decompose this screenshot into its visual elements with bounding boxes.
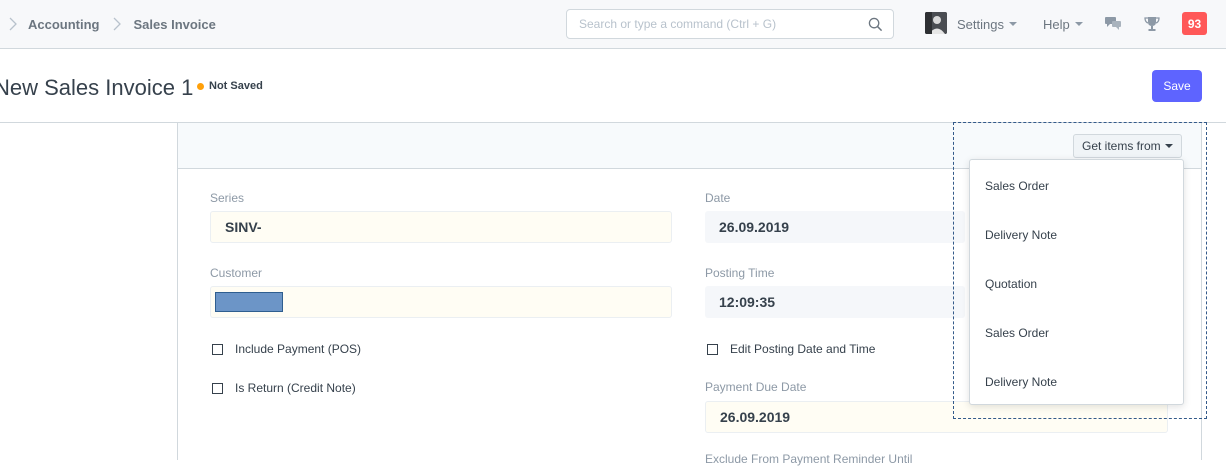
page-title: New Sales Invoice 1 [0, 75, 194, 100]
customer-label: Customer [210, 266, 263, 280]
chat-icon[interactable] [1104, 15, 1122, 33]
breadcrumb-sales-invoice[interactable]: Sales Invoice [134, 17, 216, 32]
caret-down-icon [1008, 22, 1017, 26]
checkbox-icon [707, 343, 718, 355]
customer-selected-text [215, 292, 283, 312]
date-field[interactable]: 26.09.2019 [705, 211, 965, 243]
checkbox-icon [212, 382, 223, 394]
payment-due-date-label: Payment Due Date [705, 380, 807, 394]
status-text: Not Saved [209, 80, 263, 92]
date-label: Date [705, 191, 731, 205]
caret-down-icon [1074, 22, 1083, 26]
avatar[interactable] [925, 12, 947, 34]
get-items-menu: Sales Order Delivery Note Quotation Sale… [969, 159, 1184, 405]
search-box [566, 9, 894, 39]
date-value: 26.09.2019 [719, 219, 790, 235]
save-button[interactable]: Save [1152, 70, 1202, 102]
exclude-reminder-label: Exclude From Payment Reminder Until [705, 452, 913, 466]
checkbox-icon [212, 343, 223, 355]
help-dropdown[interactable]: Help [1043, 0, 1083, 48]
edit-posting-checkbox[interactable]: Edit Posting Date and Time [707, 342, 875, 356]
settings-label: Settings [957, 16, 1004, 32]
breadcrumb: Accounting Sales Invoice [6, 0, 216, 48]
is-return-checkbox[interactable]: Is Return (Credit Note) [212, 381, 356, 395]
settings-dropdown[interactable]: Settings [957, 0, 1017, 48]
get-items-button[interactable]: Get items from [1073, 134, 1182, 158]
menu-item-quotation[interactable]: Quotation [985, 277, 1037, 291]
is-return-label: Is Return (Credit Note) [235, 381, 356, 395]
series-field[interactable]: SINV- [210, 211, 672, 243]
menu-item-sales-order-2[interactable]: Sales Order [985, 326, 1049, 340]
menu-item-delivery-note[interactable]: Delivery Note [985, 228, 1057, 242]
posting-time-field[interactable]: 12:09:35 [705, 286, 965, 318]
include-payment-checkbox[interactable]: Include Payment (POS) [212, 342, 361, 356]
series-label: Series [210, 191, 245, 205]
status-dot [197, 82, 204, 90]
edit-posting-label: Edit Posting Date and Time [730, 342, 876, 356]
navbar: Accounting Sales Invoice Settings Help [0, 0, 1226, 49]
search-input[interactable] [567, 10, 869, 38]
include-payment-label: Include Payment (POS) [235, 342, 362, 356]
payment-due-date-value: 26.09.2019 [720, 409, 791, 425]
user-photo-icon [925, 12, 947, 34]
payment-due-date-field[interactable]: 26.09.2019 [705, 401, 1168, 433]
search-icon[interactable] [868, 17, 883, 32]
caret-down-icon [1164, 144, 1173, 148]
menu-item-sales-order[interactable]: Sales Order [985, 179, 1049, 193]
status-indicator: Not Saved [197, 80, 263, 92]
posting-time-value: 12:09:35 [719, 294, 776, 310]
chevron-right-icon [113, 17, 121, 31]
help-label: Help [1043, 16, 1070, 32]
posting-time-label: Posting Time [705, 266, 775, 280]
trophy-icon[interactable] [1143, 15, 1161, 33]
customer-field[interactable] [210, 286, 672, 318]
chevron-right-icon [9, 17, 17, 31]
get-items-label: Get items from [1082, 139, 1161, 153]
series-value: SINV- [225, 219, 262, 235]
menu-item-delivery-note-2[interactable]: Delivery Note [985, 375, 1057, 389]
notification-badge[interactable]: 93 [1182, 12, 1207, 35]
breadcrumb-accounting[interactable]: Accounting [28, 17, 100, 32]
